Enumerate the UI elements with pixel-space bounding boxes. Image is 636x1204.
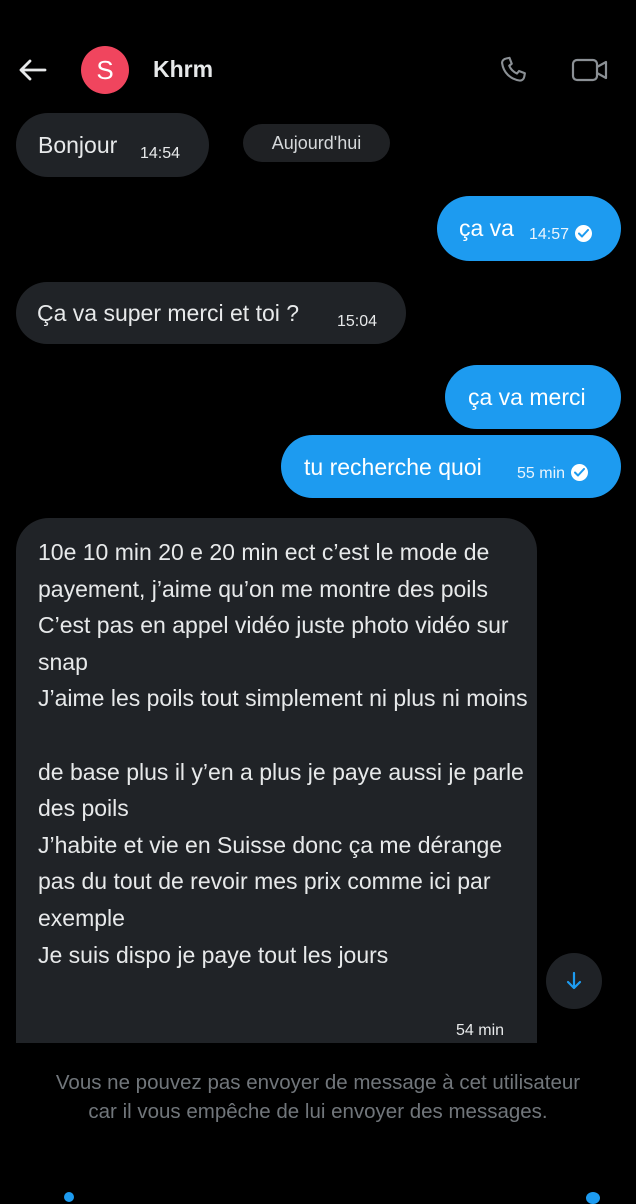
message-time: 54 min: [456, 1022, 505, 1039]
message-text: Ça va super merci et toi ?: [37, 300, 300, 326]
video-camera-icon: [571, 58, 608, 82]
message-time-text: 14:57: [529, 226, 570, 243]
bottom-nav-partial-icon: [586, 1192, 600, 1204]
message-bubble-incoming[interactable]: Bonjour 14:54: [16, 113, 209, 177]
arrow-left-icon: [19, 59, 47, 81]
message-text: tu recherche quoi: [304, 454, 482, 480]
bottom-nav-partial-icon: [64, 1192, 74, 1202]
message-bubble-outgoing[interactable]: ça va 14:57: [437, 196, 621, 261]
message-text: Bonjour: [38, 132, 118, 158]
message-time: 15:04: [337, 313, 378, 330]
back-button[interactable]: [14, 52, 50, 88]
conversation-header: S Khrm: [0, 0, 636, 112]
message-time: 14:54: [140, 145, 181, 162]
video-call-button[interactable]: [570, 52, 610, 88]
avatar[interactable]: S: [81, 46, 129, 94]
message-bubble-incoming[interactable]: Ça va super merci et toi ? 15:04: [16, 282, 406, 344]
date-divider: Aujourd'hui: [243, 124, 390, 162]
read-check-icon: [575, 225, 593, 243]
avatar-letter: S: [96, 54, 114, 85]
message-time: 55 min: [517, 464, 589, 483]
arrow-down-icon: [566, 971, 582, 990]
message-bubble-outgoing[interactable]: tu recherche quoi 55 min: [281, 435, 621, 498]
call-button[interactable]: [494, 52, 532, 88]
message-text: ça va: [459, 215, 514, 241]
message-text: ça va merci: [468, 384, 586, 410]
contact-name[interactable]: Khrm: [153, 56, 213, 83]
message-bubble-outgoing[interactable]: ça va merci: [445, 365, 621, 429]
phone-icon: [501, 56, 526, 82]
message-bubble-incoming-long[interactable]: 10e 10 min 20 e 20 min ect c’est le mode…: [16, 518, 537, 1043]
message-time: 14:57: [529, 225, 593, 244]
scroll-to-bottom-button[interactable]: [546, 953, 602, 1009]
message-text: 10e 10 min 20 e 20 min ect c’est le mode…: [38, 539, 528, 968]
read-check-icon: [571, 464, 589, 482]
blocked-notice: Vous ne pouvez pas envoyer de message à …: [55, 1071, 581, 1123]
message-time-text: 55 min: [517, 465, 566, 482]
